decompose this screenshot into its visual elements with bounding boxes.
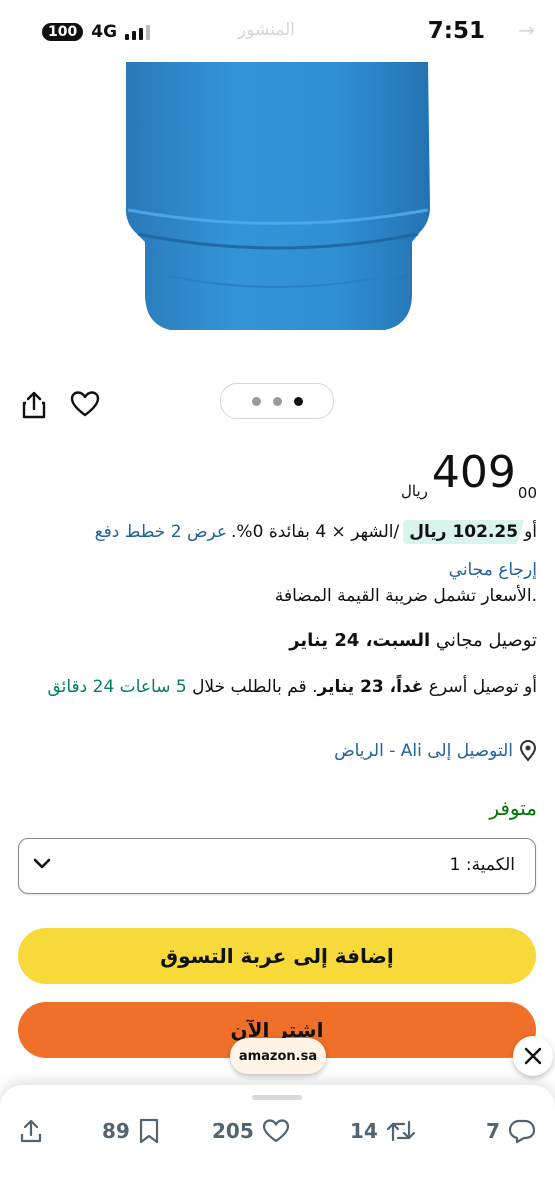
status-indicators: 100 4G — [42, 22, 151, 42]
reply-count: 7 — [486, 1119, 500, 1143]
retweet-icon — [386, 1120, 415, 1142]
installment-amount: 102.25 ريال — [403, 520, 525, 544]
source-domain-badge[interactable]: amazon.sa — [230, 1038, 326, 1074]
product-image[interactable] — [0, 62, 555, 362]
bookmark-icon — [139, 1118, 158, 1144]
image-carousel-dots[interactable] — [220, 383, 334, 419]
reply-button[interactable]: 7 — [486, 1118, 536, 1144]
like-count: 205 — [212, 1119, 254, 1143]
fast-delivery-info: أو توصيل أسرع غداً، 23 يناير. قم بالطلب … — [17, 675, 537, 700]
price-fraction: 00 — [517, 484, 537, 502]
forward-arrow-icon: → — [518, 18, 535, 42]
installment-prefix: أو — [524, 522, 537, 542]
share-icon[interactable] — [20, 390, 48, 420]
price-whole: 409 — [431, 447, 516, 498]
vat-note: .الأسعار تشمل ضريبة القيمة المضافة — [274, 586, 537, 606]
bookmark-count: 89 — [102, 1119, 130, 1143]
fast-delivery-middle: . قم بالطلب خلال — [186, 677, 318, 697]
faded-header-title: المنشور — [238, 20, 296, 40]
network-type: 4G — [91, 22, 118, 42]
add-to-cart-button[interactable]: إضافة إلى عربة التسوق — [18, 928, 536, 984]
upload-icon — [20, 1119, 42, 1143]
chevron-down-icon — [33, 858, 51, 869]
location-label[interactable]: التوصيل إلى Ali - الرياض — [334, 741, 513, 761]
price-currency: ريال — [401, 482, 428, 500]
fast-delivery-date: غداً، 23 يناير — [317, 677, 424, 697]
close-icon — [524, 1047, 542, 1065]
quantity-select[interactable]: الكمية: 1 — [18, 838, 536, 894]
status-bar: 100 4G المنشور → 7:51 — [0, 0, 555, 62]
carousel-dot[interactable] — [251, 396, 261, 406]
installment-terms: /الشهر × 4 بفائدة 0%. — [231, 522, 400, 542]
tweet-action-bar: 89 205 14 7 — [0, 1085, 555, 1200]
sheet-grabber[interactable] — [252, 1095, 302, 1100]
like-icon — [262, 1119, 289, 1143]
delivery-prefix: توصيل مجاني — [430, 630, 537, 651]
installment-offer: أو 102.25 ريال /الشهر × 4 بفائدة 0%. عرض… — [17, 520, 537, 544]
bookmark-button[interactable]: 89 — [102, 1118, 160, 1144]
payment-plans-link[interactable]: عرض 2 خطط دفع — [95, 522, 227, 542]
retweet-button[interactable]: 14 — [350, 1118, 416, 1144]
quantity-value: 1 — [449, 855, 461, 875]
carousel-dot[interactable] — [272, 396, 282, 406]
retweet-count: 14 — [350, 1119, 378, 1143]
battery-indicator: 100 — [42, 23, 84, 41]
free-returns-link[interactable]: إرجاع مجاني — [449, 560, 537, 580]
order-countdown: 5 ساعات 24 دقائق — [47, 677, 187, 697]
availability-status: متوفر — [489, 796, 537, 820]
like-button[interactable]: 205 — [212, 1118, 290, 1144]
quantity-label: الكمية: 1 — [449, 855, 515, 875]
status-time: 7:51 — [427, 18, 485, 44]
delivery-location[interactable]: التوصيل إلى Ali - الرياض — [334, 740, 537, 762]
fast-delivery-prefix: أو توصيل أسرع — [423, 677, 537, 697]
reply-icon — [508, 1119, 536, 1144]
price: ريال 409 00 — [401, 447, 537, 503]
share-tweet-button[interactable] — [18, 1118, 44, 1144]
delivery-date: السبت، 24 يناير — [289, 630, 431, 651]
carousel-dot-active[interactable] — [293, 396, 303, 406]
location-pin-icon — [519, 740, 537, 762]
delivery-info: توصيل مجاني السبت، 24 يناير — [289, 630, 537, 651]
close-button[interactable] — [513, 1036, 553, 1076]
heart-icon[interactable] — [70, 390, 100, 418]
signal-icon — [125, 24, 151, 40]
